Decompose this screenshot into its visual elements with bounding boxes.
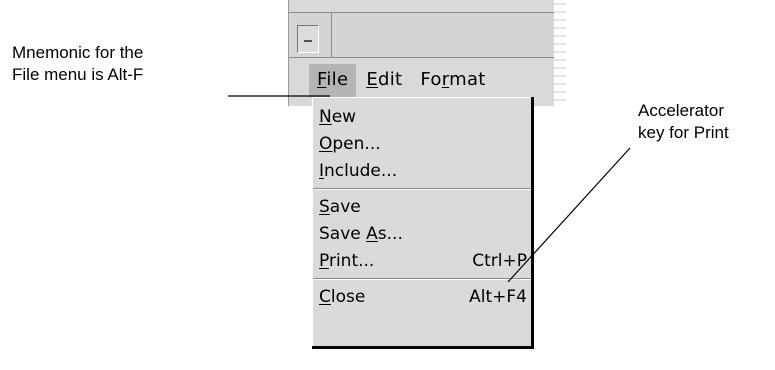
menu-separator [313, 188, 531, 190]
menubar: File Edit Format [309, 62, 496, 98]
menu-item-close[interactable]: Close Alt+F4 [313, 284, 531, 310]
menu-item-save-as-label-before: Save [319, 224, 367, 244]
menu-format-label-after: mat [449, 68, 486, 90]
menu-item-new[interactable]: New [313, 104, 531, 130]
menu-item-print-label: rint... [328, 251, 375, 271]
menu-item-save-label: ave [329, 197, 361, 217]
titlebar-divider [331, 13, 332, 57]
menu-item-save[interactable]: Save [313, 194, 531, 220]
menu-item-print-mnemonic: P [319, 251, 329, 271]
menu-edit[interactable]: Edit [358, 64, 410, 97]
mnemonic-callout-line2: File menu is Alt-F [12, 65, 144, 84]
application-window: File Edit Format [288, 0, 566, 106]
accelerator-callout: Accelerator key for Print [638, 100, 729, 144]
menu-item-include[interactable]: Include... [313, 158, 531, 184]
menu-item-save-mnemonic: S [319, 197, 330, 217]
menu-item-new-label: ew [331, 107, 357, 127]
menu-item-save-as-label-after: s... [377, 224, 403, 244]
menu-item-save-as[interactable]: Save As... [313, 221, 531, 247]
menu-edit-label: dit [378, 68, 403, 90]
mnemonic-callout-line1: Mnemonic for the [12, 43, 144, 62]
menu-item-open-label: pen... [332, 134, 381, 154]
menu-item-close-mnemonic: C [319, 287, 331, 307]
menu-file-mnemonic: F [317, 68, 327, 90]
menu-item-new-mnemonic: N [319, 107, 332, 127]
menu-item-include-label: nclude... [324, 161, 398, 181]
menu-item-close-accelerator: Alt+F4 [469, 287, 527, 307]
menu-item-open-mnemonic: O [319, 134, 333, 154]
menu-format[interactable]: Format [412, 64, 493, 97]
menu-file-label: ile [326, 68, 349, 90]
accelerator-callout-line2: key for Print [638, 123, 729, 142]
menu-file[interactable]: File [309, 63, 357, 97]
menu-separator [313, 278, 531, 280]
window-menu-button[interactable] [297, 25, 319, 53]
menu-item-save-as-mnemonic: A [366, 224, 378, 244]
mnemonic-callout: Mnemonic for the File menu is Alt-F [12, 42, 143, 86]
menu-item-close-label: lose [330, 287, 366, 307]
torn-edge [554, 0, 566, 106]
file-menu-dropdown: New Open... Include... Save Save As... P… [312, 97, 531, 346]
window-titlebar [289, 12, 566, 58]
menu-edit-mnemonic: E [366, 68, 379, 90]
accelerator-callout-line1: Accelerator [638, 101, 724, 120]
menu-item-open[interactable]: Open... [313, 131, 531, 157]
menu-format-label-before: Fo [420, 68, 442, 90]
menu-item-print-accelerator: Ctrl+P [472, 251, 527, 271]
dash-icon [304, 40, 312, 42]
menu-item-print[interactable]: Print... Ctrl+P [313, 248, 531, 274]
